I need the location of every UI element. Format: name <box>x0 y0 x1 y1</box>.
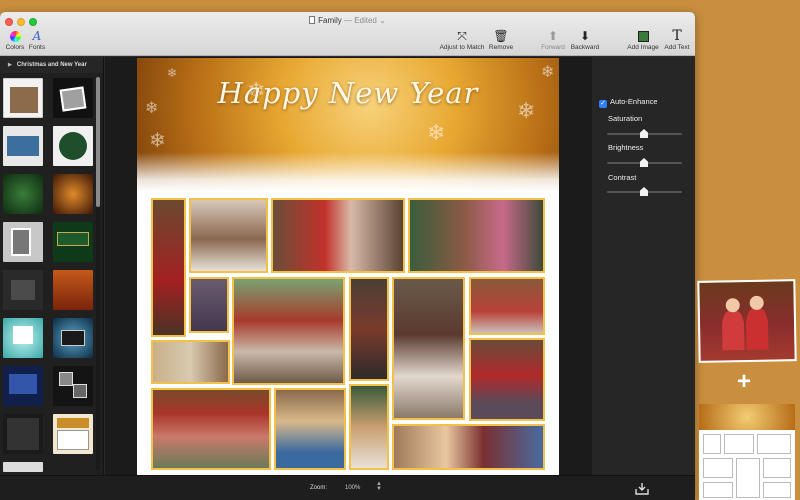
template-category-header[interactable]: ▶ Christmas and New Year <box>0 57 103 73</box>
photo-frame[interactable] <box>271 198 405 273</box>
photo-frame[interactable] <box>392 277 465 420</box>
slider-knob[interactable] <box>640 158 648 167</box>
template-category-title: Christmas and New Year <box>16 62 87 68</box>
backward-button[interactable]: ⬇ Backward <box>569 29 601 51</box>
add-image-button[interactable]: Add Image <box>625 29 661 51</box>
status-bar: Zoom: 100% ▲ ▼ <box>0 475 695 500</box>
template-thumbnail[interactable] <box>3 366 43 406</box>
export-icon[interactable] <box>634 482 650 495</box>
checkmark-icon: ✓ <box>599 100 607 108</box>
image-icon <box>625 29 661 43</box>
document-name: Family <box>318 16 342 25</box>
template-thumbnail[interactable] <box>53 222 93 262</box>
photo-frame[interactable] <box>408 198 545 273</box>
saturation-label: Saturation <box>608 114 643 123</box>
template-thumbnail[interactable] <box>3 78 43 118</box>
plus-icon: + <box>737 368 752 395</box>
auto-enhance-checkbox[interactable]: ✓ Auto-Enhance <box>599 97 658 108</box>
window-title[interactable]: Family — Edited ⌄ <box>0 16 695 25</box>
brightness-slider[interactable] <box>607 158 682 167</box>
backward-label: Backward <box>570 44 600 51</box>
sidebar-scroll-thumb[interactable] <box>96 77 100 207</box>
title-bar: Family — Edited ⌄ Colors A Fonts ⤧ Adjus… <box>0 12 695 56</box>
remove-label: Remove <box>488 44 514 51</box>
template-thumbnail[interactable] <box>53 318 93 358</box>
template-thumbnail[interactable] <box>3 222 43 262</box>
colors-button[interactable]: Colors <box>4 29 26 51</box>
adjustments-panel: ✓ Auto-Enhance Saturation Brightness Cont… <box>592 57 695 475</box>
template-thumbnail[interactable] <box>53 414 93 454</box>
template-thumbnail[interactable] <box>53 270 93 310</box>
auto-enhance-label: Auto-Enhance <box>610 97 658 106</box>
adjust-to-match-button[interactable]: ⤧ Adjust to Match <box>435 29 489 51</box>
photo-frame[interactable] <box>151 198 186 337</box>
photo-frame[interactable] <box>349 277 389 381</box>
template-thumbnail[interactable] <box>3 174 43 214</box>
photo-frame[interactable] <box>189 198 268 273</box>
arrow-up-icon: ⬆ <box>547 29 559 43</box>
photo-frame[interactable] <box>151 388 271 470</box>
new-year-banner[interactable]: ❄ ❄ ❄ ❄ ❄ ❄ ❄ Happy New Year <box>137 58 559 192</box>
contrast-slider[interactable] <box>607 187 682 196</box>
photo-frame[interactable] <box>469 338 545 421</box>
document-icon <box>309 16 316 24</box>
photo-frame[interactable] <box>232 277 345 385</box>
fonts-label: Fonts <box>28 44 46 51</box>
collage-page[interactable]: ❄ ❄ ❄ ❄ ❄ ❄ ❄ Happy New Year <box>137 58 559 475</box>
color-wheel-icon <box>9 31 21 42</box>
zoom-label: Zoom: <box>310 485 328 491</box>
colors-label: Colors <box>5 44 25 51</box>
arrow-down-icon: ⬇ <box>579 29 591 43</box>
app-window: Family — Edited ⌄ Colors A Fonts ⤧ Adjus… <box>0 12 695 500</box>
photo-frame[interactable] <box>392 424 545 470</box>
template-thumbnail[interactable] <box>3 318 43 358</box>
remove-button[interactable]: 🗑 Remove <box>487 29 515 51</box>
template-thumbnail[interactable] <box>3 462 43 472</box>
forward-label: Forward <box>541 44 565 51</box>
contrast-label: Contrast <box>608 173 637 182</box>
slider-knob[interactable] <box>640 129 648 138</box>
design-canvas-area: ❄ ❄ ❄ ❄ ❄ ❄ ❄ Happy New Year <box>105 57 592 475</box>
sample-template <box>699 404 795 500</box>
photo-frame[interactable] <box>274 388 346 470</box>
photo-frame[interactable] <box>349 384 389 470</box>
template-thumbnail[interactable] <box>53 174 93 214</box>
add-text-button[interactable]: T Add Text <box>662 29 692 51</box>
forward-button[interactable]: ⬆ Forward <box>539 29 567 51</box>
zoom-stepper[interactable]: ▲ ▼ <box>376 481 382 492</box>
template-thumbnail[interactable] <box>3 270 43 310</box>
template-thumbnail[interactable] <box>3 126 43 166</box>
photo-frame[interactable] <box>189 277 229 333</box>
font-icon: A <box>32 29 42 43</box>
sample-photo <box>697 279 797 363</box>
resize-arrows-icon: ⤧ <box>457 29 467 43</box>
add-image-label: Add Image <box>627 44 659 51</box>
adjust-label: Adjust to Match <box>439 44 485 51</box>
photo-frame[interactable] <box>151 340 230 384</box>
greeting-text[interactable]: Happy New Year <box>137 76 559 110</box>
add-text-label: Add Text <box>664 44 690 51</box>
slider-knob[interactable] <box>640 187 648 196</box>
template-thumbnail[interactable] <box>3 414 43 454</box>
chevron-down-icon: ⌄ <box>379 16 386 25</box>
snowflake-icon: ❄ <box>427 120 446 145</box>
photo-frame[interactable] <box>469 277 545 335</box>
trash-icon: 🗑 <box>493 29 509 43</box>
template-thumbnail[interactable] <box>53 366 93 406</box>
template-thumbnail[interactable] <box>53 78 93 118</box>
snowflake-icon: ❄ <box>149 130 166 152</box>
text-icon: T <box>672 28 682 44</box>
zoom-value[interactable]: 100% <box>345 485 360 491</box>
edited-status: — Edited <box>343 16 377 25</box>
disclosure-triangle-icon: ▶ <box>8 62 12 68</box>
fonts-button[interactable]: A Fonts <box>28 29 46 51</box>
brightness-label: Brightness <box>608 143 644 152</box>
saturation-slider[interactable] <box>607 129 682 138</box>
template-thumbnail[interactable] <box>53 126 93 166</box>
template-sidebar: ▶ Christmas and New Year <box>0 57 104 475</box>
